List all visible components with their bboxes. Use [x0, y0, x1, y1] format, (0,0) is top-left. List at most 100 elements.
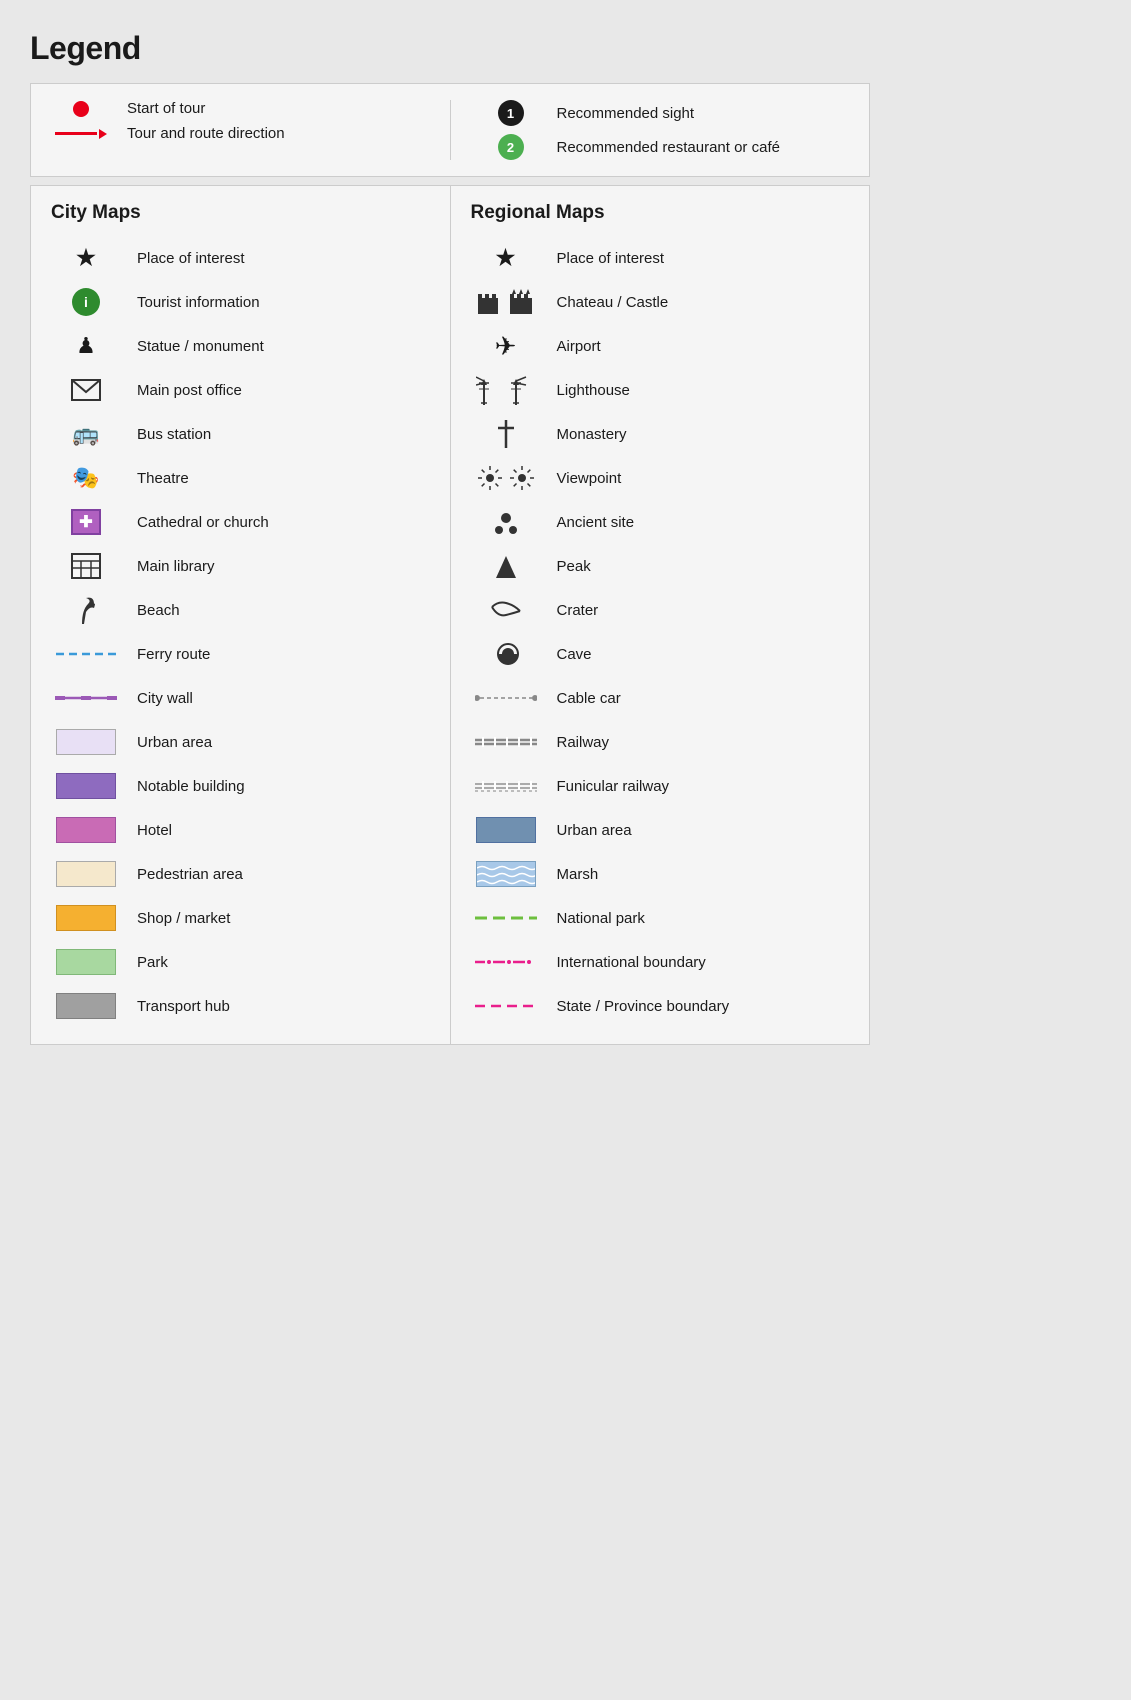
star-regional-icon: ★	[471, 245, 541, 271]
start-tour-label: Start of tour	[127, 100, 205, 117]
chateau-svg	[476, 288, 536, 316]
list-item: ✈ Airport	[471, 324, 850, 368]
list-item: Lighthouse	[471, 368, 850, 412]
list-item: Crater	[471, 588, 850, 632]
regional-maps-title: Regional Maps	[471, 202, 850, 224]
cave-icon	[471, 640, 541, 668]
railway-label: Railway	[557, 734, 610, 751]
library-label: Main library	[137, 558, 215, 575]
list-item: Urban area	[471, 808, 850, 852]
list-item: Shop / market	[51, 896, 430, 940]
cave-label: Cave	[557, 646, 592, 663]
transport-box	[56, 993, 116, 1019]
pedestrian-box	[56, 861, 116, 887]
star-icon: ★	[51, 245, 121, 271]
marsh-icon	[471, 861, 541, 887]
list-item: Main post office	[51, 368, 430, 412]
crater-svg	[488, 599, 524, 621]
ferry-route-icon	[51, 650, 121, 658]
marsh-box	[476, 861, 536, 887]
city-wall-svg	[55, 692, 117, 704]
list-item: ✚ Cathedral or church	[51, 500, 430, 544]
ferry-dashes-svg	[56, 650, 116, 658]
list-item: ♟ Statue / monument	[51, 324, 430, 368]
urban-area-regional-label: Urban area	[557, 822, 632, 839]
library-svg	[71, 553, 101, 579]
place-of-interest-city-label: Place of interest	[137, 250, 245, 267]
list-item: Beach	[51, 588, 430, 632]
beach-label: Beach	[137, 602, 180, 619]
cable-car-svg	[475, 691, 537, 705]
national-park-label: National park	[557, 910, 645, 927]
monastery-icon	[471, 420, 541, 448]
recommended-sight-icon: 1	[481, 100, 541, 126]
beach-svg	[74, 596, 98, 624]
chateau-icon	[471, 288, 541, 316]
viewpoint-icon	[471, 464, 541, 492]
library-icon	[51, 553, 121, 579]
post-office-label: Main post office	[137, 382, 242, 399]
main-sections: City Maps ★ Place of interest i Tourist …	[30, 185, 870, 1045]
list-item: Marsh	[471, 852, 850, 896]
recommended-sight-row: 1 Recommended sight	[481, 100, 850, 126]
notable-building-label: Notable building	[137, 778, 245, 795]
pedestrian-area-label: Pedestrian area	[137, 866, 243, 883]
num1-circle: 1	[498, 100, 524, 126]
recommended-restaurant-label: Recommended restaurant or café	[557, 139, 780, 156]
notable-building-icon	[51, 773, 121, 799]
list-item: Cable car	[471, 676, 850, 720]
ancient-svg	[492, 508, 520, 536]
city-wall-icon	[51, 692, 121, 704]
intl-boundary-svg	[475, 958, 537, 966]
list-item: i Tourist information	[51, 280, 430, 324]
num2-circle: 2	[498, 134, 524, 160]
transport-hub-icon	[51, 993, 121, 1019]
intl-boundary-icon	[471, 958, 541, 966]
hotel-box	[56, 817, 116, 843]
list-item: 🚌 Bus station	[51, 412, 430, 456]
city-maps-title: City Maps	[51, 202, 430, 224]
theatre-label: Theatre	[137, 470, 189, 487]
list-item: Park	[51, 940, 430, 984]
list-item: Viewpoint	[471, 456, 850, 500]
place-of-interest-regional-label: Place of interest	[557, 250, 665, 267]
statue-icon: ♟	[51, 333, 121, 359]
list-item: Main library	[51, 544, 430, 588]
info-circle-icon: i	[72, 288, 100, 316]
funicular-label: Funicular railway	[557, 778, 670, 795]
pedestrian-area-icon	[51, 861, 121, 887]
list-item: Hotel	[51, 808, 430, 852]
lighthouse-svg	[476, 375, 536, 405]
railway-svg	[475, 735, 537, 749]
tourist-info-label: Tourist information	[137, 294, 260, 311]
peak-icon	[471, 552, 541, 580]
shop-market-label: Shop / market	[137, 910, 230, 927]
cable-car-icon	[471, 691, 541, 705]
list-item: Chateau / Castle	[471, 280, 850, 324]
lighthouse-label: Lighthouse	[557, 382, 630, 399]
viewpoint-label: Viewpoint	[557, 470, 622, 487]
top-section: Start of tour Tour and route direction 1…	[30, 83, 870, 177]
recommended-restaurant-row: 2 Recommended restaurant or café	[481, 134, 850, 160]
regional-maps-panel: Regional Maps ★ Place of interest	[450, 185, 871, 1045]
tour-route-icon	[51, 129, 111, 139]
red-arrow-icon	[55, 129, 107, 139]
recommended-restaurant-icon: 2	[481, 134, 541, 160]
state-boundary-svg	[475, 1002, 537, 1010]
funicular-svg	[475, 779, 537, 793]
list-item: Monastery	[471, 412, 850, 456]
viewpoint-svg	[476, 464, 536, 492]
shop-market-icon	[51, 905, 121, 931]
monastery-svg	[496, 420, 516, 448]
top-right: 1 Recommended sight 2 Recommended restau…	[481, 100, 850, 160]
urban-area-city-label: Urban area	[137, 734, 212, 751]
peak-svg	[492, 552, 520, 580]
list-item: Cave	[471, 632, 850, 676]
recommended-sight-label: Recommended sight	[557, 105, 695, 122]
list-item: Notable building	[51, 764, 430, 808]
funicular-icon	[471, 779, 541, 793]
list-item: State / Province boundary	[471, 984, 850, 1028]
park-label: Park	[137, 954, 168, 971]
crater-label: Crater	[557, 602, 599, 619]
list-item: Railway	[471, 720, 850, 764]
